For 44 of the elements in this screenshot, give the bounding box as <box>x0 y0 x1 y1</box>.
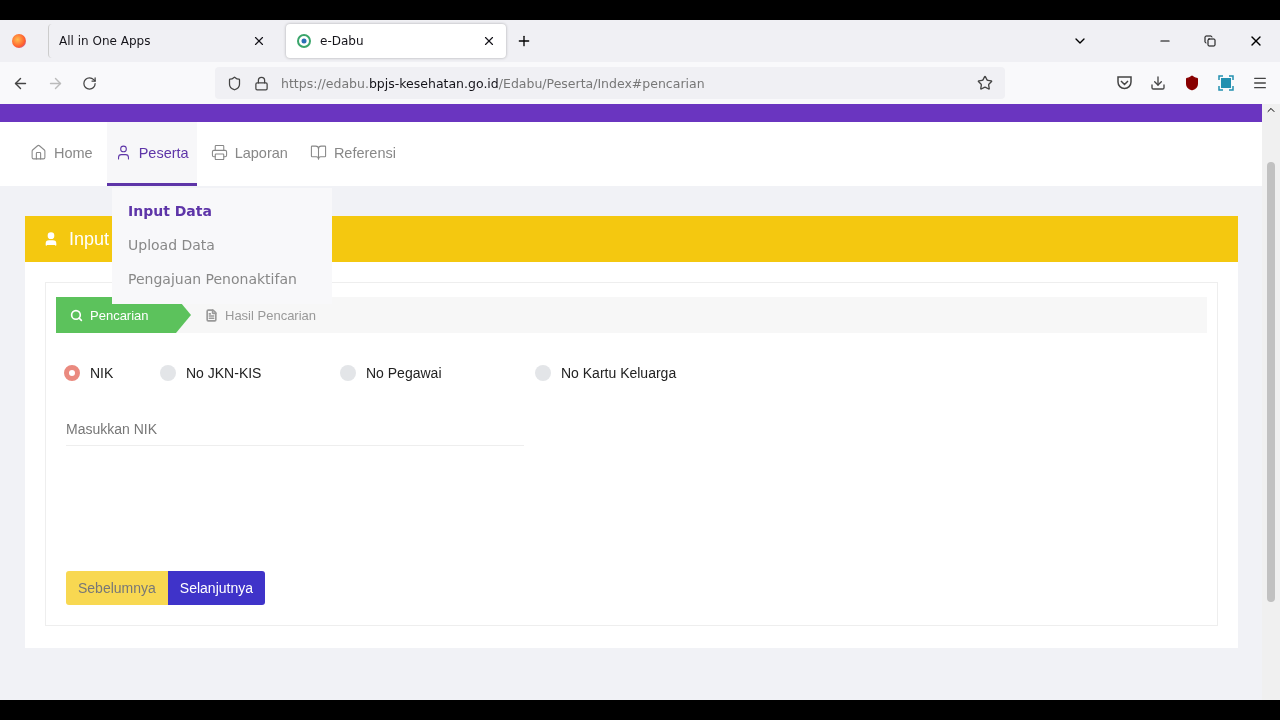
section-title: Input <box>69 228 110 250</box>
close-icon[interactable] <box>252 34 266 48</box>
nav-label: Home <box>54 144 93 161</box>
radio-button[interactable] <box>160 365 176 381</box>
restore-icon[interactable] <box>1204 35 1216 47</box>
radio-option[interactable]: NIK <box>64 365 160 381</box>
close-icon[interactable] <box>482 34 496 48</box>
radio-option[interactable]: No Pegawai <box>340 365 535 381</box>
user-icon <box>43 231 59 247</box>
new-tab-icon[interactable] <box>516 33 532 49</box>
radio-button[interactable] <box>64 365 80 381</box>
printer-icon <box>210 144 228 161</box>
screenshot-icon[interactable] <box>1218 75 1234 91</box>
reload-icon[interactable] <box>82 75 97 91</box>
lock-icon <box>254 75 269 91</box>
nav-item[interactable]: Home <box>22 122 101 186</box>
address-bar[interactable]: https://edabu.bpjs-kesehatan.go.id/Edabu/Peserta/Index#pencarian <box>215 67 1005 99</box>
browser-tab[interactable]: All in One Apps <box>48 24 276 58</box>
star-icon[interactable] <box>977 75 993 91</box>
radio-option[interactable]: No Kartu Keluarga <box>535 365 735 381</box>
browser-tab[interactable]: e-Dabu <box>286 24 506 58</box>
shield-icon <box>227 75 242 91</box>
scrollbar[interactable] <box>1262 104 1280 700</box>
nav-label: Peserta <box>138 144 189 161</box>
nav-item[interactable]: Referensi <box>301 122 404 186</box>
nav-label: Referensi <box>333 144 396 161</box>
next-button[interactable]: Selanjutnya <box>167 571 265 605</box>
nav-item[interactable]: Peserta <box>106 122 197 186</box>
book-icon <box>309 144 327 161</box>
home-icon <box>30 144 47 161</box>
radio-button[interactable] <box>535 365 551 381</box>
pocket-icon[interactable] <box>1117 76 1132 90</box>
radio-button[interactable] <box>340 365 356 381</box>
menu-icon[interactable] <box>1252 75 1268 91</box>
download-icon[interactable] <box>1150 75 1166 91</box>
search-icon <box>70 308 83 322</box>
dropdown-item[interactable]: Input Data <box>112 194 332 228</box>
shield-icon[interactable] <box>1184 75 1200 91</box>
radio-option[interactable]: No JKN-KIS <box>160 365 340 381</box>
browser-logo-icon[interactable] <box>12 34 26 48</box>
file-icon <box>205 308 218 322</box>
dropdown-item[interactable]: Upload Data <box>112 228 332 262</box>
nav-item[interactable]: Laporan <box>202 122 296 186</box>
nav-label: Laporan <box>234 144 288 161</box>
